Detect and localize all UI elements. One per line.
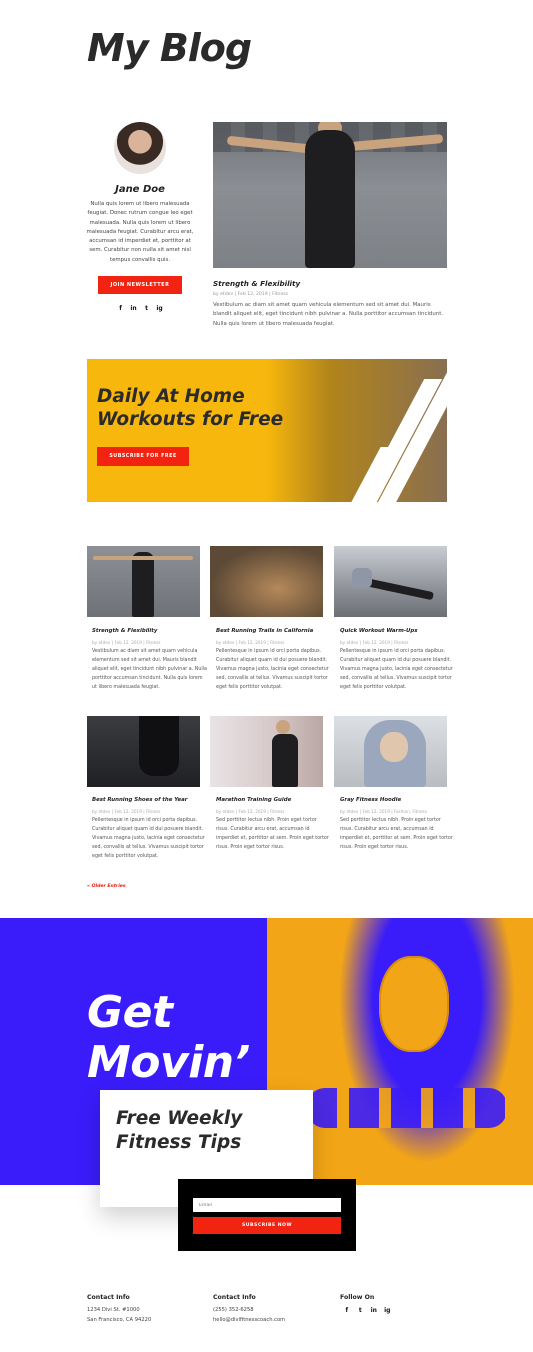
post-image[interactable] <box>87 716 200 787</box>
post-excerpt: Vestibulum ac diam sit amet quam vehicul… <box>92 649 207 690</box>
featured-post-title[interactable]: Strength & Flexibility <box>213 279 300 288</box>
footer-heading: Contact Info <box>87 1294 130 1301</box>
linkedin-icon[interactable]: in <box>127 305 140 312</box>
footer-address-line2: San Francisco, CA 94220 <box>87 1317 152 1323</box>
post-image[interactable] <box>210 716 323 787</box>
facebook-icon[interactable]: f <box>114 305 127 312</box>
twitter-icon[interactable]: t <box>354 1307 368 1314</box>
banner-title: Daily At Home Workouts for Free <box>97 386 284 430</box>
post-meta: by etdev | Feb 12, 2019 | Fitness <box>340 640 409 645</box>
post-title[interactable]: Gray Fitness Hoodie <box>340 797 455 803</box>
post-image[interactable] <box>87 546 200 617</box>
post-meta: by etdev | Feb 12, 2019 | Fitness <box>216 640 285 645</box>
email-field[interactable] <box>193 1198 341 1212</box>
linkedin-icon[interactable]: in <box>367 1307 381 1314</box>
facebook-icon[interactable]: f <box>340 1307 354 1314</box>
post-excerpt: Sed porttitor lectus nibh. Proin eget to… <box>340 818 453 850</box>
post-image[interactable] <box>334 546 447 617</box>
footer-heading: Follow On <box>340 1294 375 1301</box>
post-title[interactable]: Best Running Shoes of the Year <box>92 797 207 803</box>
twitter-icon[interactable]: t <box>140 305 153 312</box>
cta-heading-line1: Get <box>87 987 173 1038</box>
subscribe-now-button[interactable]: SUBSCRIBE NOW <box>193 1217 341 1234</box>
tips-heading: Free Weekly Fitness Tips <box>116 1108 243 1153</box>
post-image[interactable] <box>210 546 323 617</box>
author-social-links: f in t ig <box>114 305 166 312</box>
footer-address-line1: 1234 Divi St. #1000 <box>87 1307 140 1313</box>
author-avatar <box>114 122 166 174</box>
footer-phone[interactable]: (255) 352-6258 <box>213 1305 254 1315</box>
signup-form <box>178 1179 356 1251</box>
post-meta: by etdev | Feb 12, 2019 | Fashion, Fitne… <box>340 809 427 814</box>
subscribe-free-button[interactable]: SUBSCRIBE FOR FREE <box>97 447 189 466</box>
instagram-icon[interactable]: ig <box>381 1307 395 1314</box>
author-bio: Nulla quis lorem ut libero malesuada feu… <box>86 201 194 263</box>
post-excerpt: Pellentesque in ipsum id orci porta dapi… <box>92 818 205 859</box>
older-entries-link[interactable]: « Older Entries <box>87 884 126 889</box>
post-image[interactable] <box>334 716 447 787</box>
post-title[interactable]: Marathon Training Guide <box>216 797 331 803</box>
post-title[interactable]: Strength & Flexibility <box>92 628 207 634</box>
cta-heading: Get Movin’ <box>87 988 250 1088</box>
post-excerpt: Pellentesque in ipsum id orci porta dapi… <box>216 649 329 690</box>
post-meta: by etdev | Feb 12, 2019 | Fitness <box>92 640 161 645</box>
footer-social-links: f t in ig <box>340 1307 394 1314</box>
author-name: Jane Doe <box>115 184 165 195</box>
post-meta: by etdev | Feb 12, 2019 | Fitness <box>92 809 161 814</box>
page-title: My Blog <box>87 26 252 70</box>
join-newsletter-button[interactable]: JOIN NEWSLETTER <box>98 276 182 294</box>
footer-email[interactable]: hello@divifitnesscoach.com <box>213 1315 285 1325</box>
instagram-icon[interactable]: ig <box>153 305 166 312</box>
footer-heading: Contact Info <box>213 1294 256 1301</box>
cta-heading-line2: Movin’ <box>87 1037 250 1088</box>
post-title[interactable]: Quick Workout Warm-Ups <box>340 628 455 634</box>
post-excerpt: Sed porttitor lectus nibh. Proin eget to… <box>216 818 329 850</box>
post-excerpt: Pellentesque in ipsum id orci porta dapi… <box>340 649 453 690</box>
featured-post-image[interactable] <box>213 122 447 268</box>
featured-post-meta: by etdev | Feb 12, 2019 | Fitness <box>213 292 289 297</box>
post-title[interactable]: Best Running Trails in California <box>216 628 331 634</box>
featured-post-excerpt: Vestibulum ac diam sit amet quam vehicul… <box>213 302 444 327</box>
post-meta: by etdev | Feb 12, 2019 | Fitness <box>216 809 285 814</box>
